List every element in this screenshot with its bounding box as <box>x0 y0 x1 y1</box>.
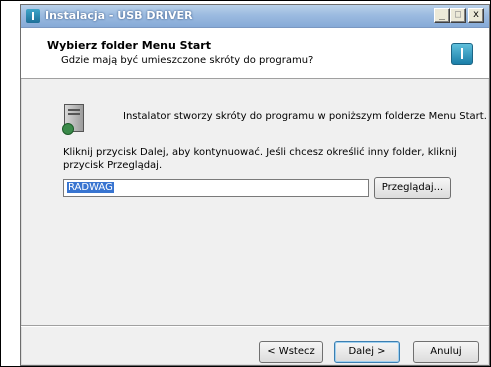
title-bar[interactable]: Instalacja - USB DRIVER _ □ x <box>21 5 489 28</box>
usb-installer-icon <box>451 43 473 65</box>
start-menu-folder-input[interactable]: RADWAG <box>63 179 369 197</box>
close-button[interactable]: x <box>468 8 484 23</box>
window-title: Instalacja - USB DRIVER <box>45 9 193 22</box>
intro-text: Instalator stworzy skróty do programu w … <box>123 111 487 122</box>
browse-button[interactable]: Przeglądaj... <box>374 177 451 199</box>
instructions-text: Kliknij przycisk Dalej, aby kontynuować.… <box>63 147 457 171</box>
footer-divider <box>21 325 489 327</box>
page-subtitle: Gdzie mają być umieszczone skróty do pro… <box>61 55 314 66</box>
installer-window: Instalacja - USB DRIVER _ □ x Wybierz fo… <box>20 4 490 366</box>
minimize-button[interactable]: _ <box>434 8 450 23</box>
wizard-header: Wybierz folder Menu Start Gdzie mają być… <box>21 28 489 79</box>
cancel-button[interactable]: Anuluj <box>413 341 479 363</box>
next-button[interactable]: Dalej > <box>334 341 400 363</box>
page-title: Wybierz folder Menu Start <box>47 39 211 52</box>
installer-app-icon <box>26 9 40 23</box>
computer-shortcut-icon <box>62 104 92 135</box>
back-button[interactable]: < Wstecz <box>259 341 323 363</box>
folder-input-value: RADWAG <box>67 182 114 193</box>
maximize-button[interactable]: □ <box>450 8 466 23</box>
